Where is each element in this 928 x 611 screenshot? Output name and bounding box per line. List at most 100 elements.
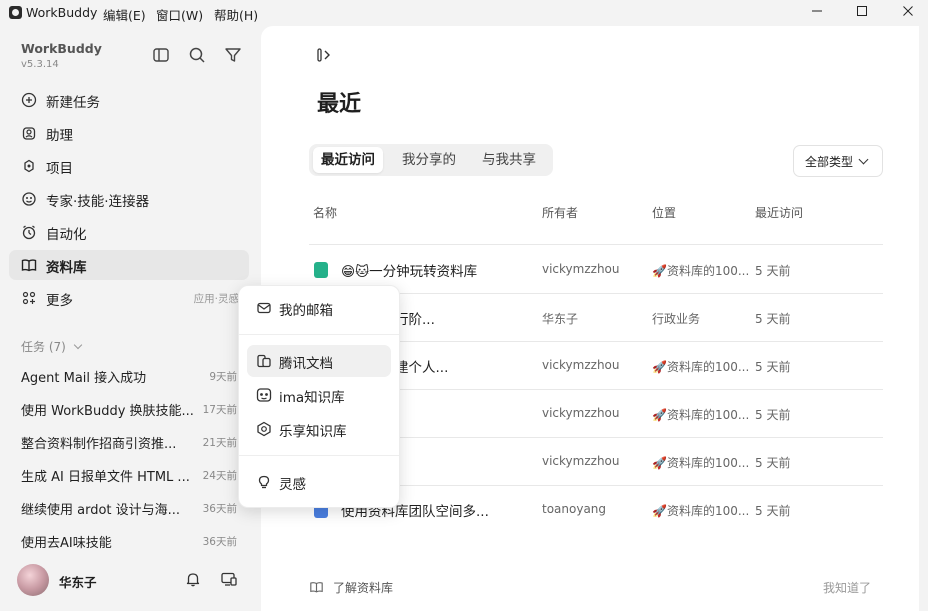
file-last-visit: 5 天前 [755,504,791,518]
popup-item-inspiration[interactable]: 灵感 [247,466,391,498]
menu-help[interactable]: 帮助(H) [214,5,258,24]
user-name[interactable]: 华东子 [59,572,97,591]
got-it-button[interactable]: 我知道了 [823,579,871,596]
file-owner: vickymzzhou [542,454,620,468]
task-item[interactable]: 使用去AI味技能 36天前 [21,532,239,552]
devices-icon[interactable] [220,570,238,588]
nav-label: 专家·技能·连接器 [46,194,150,210]
nav-library[interactable]: 资料库 [9,250,249,280]
nav-new-task[interactable]: 新建任务 [9,85,249,115]
task-item[interactable]: 生成 AI 日报单文件 HTML ... 24天前 [21,466,239,486]
task-title: Agent Mail 接入成功 [21,371,147,386]
nav-label: 资料库 [46,260,87,276]
task-date: 36天前 [202,536,237,548]
column-header-name[interactable]: 名称 [313,204,337,221]
column-header-owner[interactable]: 所有者 [542,204,578,221]
popup-item-label: 灵感 [279,477,306,493]
task-date: 17天前 [202,404,237,416]
file-location: 🚀资料库的100... [652,264,750,278]
file-owner: vickymzzhou [542,406,620,420]
file-location: 行政业务 [652,312,701,326]
popup-item-lexiang[interactable]: 乐享知识库 [247,413,391,445]
popup-item-ima[interactable]: ima知识库 [247,379,391,411]
close-icon[interactable] [897,4,919,22]
nav-expert-skills[interactable]: 专家·技能·连接器 [9,184,249,214]
file-location: 🚀资料库的100... [652,408,750,422]
alarm-icon [21,224,37,240]
column-header-last-visit[interactable]: 最近访问 [755,204,803,221]
file-owner: vickymzzhou [542,262,620,276]
popup-item-label: 我的邮箱 [279,303,333,319]
menu-window[interactable]: 窗口(W) [156,5,203,24]
nav-assistant[interactable]: 助理 [9,118,249,148]
lexiang-icon [256,421,272,437]
task-date: 9天前 [209,371,237,383]
nav-label: 项目 [46,161,73,177]
book-icon [309,580,324,594]
task-item[interactable]: 使用 WorkBuddy 换肤技能... 17天前 [21,400,239,420]
filter-icon[interactable] [223,45,243,65]
file-owner: 华东子 [542,312,579,326]
chevron-down-icon [858,154,869,165]
nav-more[interactable]: 更多 应用·灵感 [9,283,249,313]
sidebar-toggle-icon[interactable] [151,45,171,65]
popup-item-label: 腾讯文档 [279,356,333,372]
task-date: 24天前 [202,470,237,482]
type-filter-dropdown[interactable]: 全部类型 [793,145,883,177]
nav-automation[interactable]: 自动化 [9,217,249,247]
tab-group: 最近访问 我分享的 与我共享 [309,144,553,176]
task-item[interactable]: 整合资料制作招商引资推... 21天前 [21,433,239,453]
bell-icon[interactable] [184,570,202,588]
file-location: 🚀资料库的100... [652,504,750,518]
file-location: 🚀资料库的100... [652,456,750,470]
file-location: 🚀资料库的100... [652,360,750,374]
menu-edit[interactable]: 编辑(E) [103,5,146,24]
app-logo-icon [9,6,22,19]
file-icon [314,262,328,278]
minimize-icon[interactable] [806,4,828,22]
popup-item-label: 乐享知识库 [279,424,347,440]
nav-project[interactable]: 项目 [9,151,249,181]
expand-sidebar-icon[interactable] [316,47,334,63]
task-item[interactable]: 继续使用 ardot 设计与海... 36天前 [21,499,239,519]
avatar[interactable] [17,564,49,596]
app-name: WorkBuddy [26,5,98,20]
column-header-location[interactable]: 位置 [652,204,676,221]
tab-shared-by-me[interactable]: 我分享的 [394,147,464,173]
ima-icon [256,387,272,403]
file-last-visit: 5 天前 [755,408,791,422]
sidebar: WorkBuddy v5.3.14 新建任务 助理 项目 专家·技能·连接器 自… [0,26,261,611]
file-last-visit: 5 天前 [755,360,791,374]
assistant-icon [21,125,37,141]
task-title: 整合资料制作招商引资推... [21,437,177,452]
popup-item-tencent-docs[interactable]: 腾讯文档 [247,345,391,377]
file-owner: toanoyang [542,502,607,516]
user-panel: 华东子 [0,562,261,602]
search-icon[interactable] [187,45,207,65]
task-title: 使用去AI味技能 [21,536,112,551]
chevron-down-icon [73,340,82,350]
book-icon [21,257,37,273]
learn-library-label: 了解资料库 [333,581,394,595]
type-filter-label: 全部类型 [805,155,854,169]
popup-item-label: ima知识库 [279,390,345,406]
task-title: 继续使用 ardot 设计与海... [21,503,181,518]
nav-label: 新建任务 [46,95,100,111]
mail-icon [256,300,272,316]
maximize-icon[interactable] [851,4,873,22]
tasks-header[interactable]: 任务 (7) [21,338,82,355]
popup-item-mail[interactable]: 我的邮箱 [247,292,391,324]
docs-icon [256,353,272,369]
divider [239,334,399,335]
title-bar: WorkBuddy 编辑(E) 窗口(W) 帮助(H) [0,0,928,26]
tab-shared-with-me[interactable]: 与我共享 [474,147,544,173]
app-version: v5.3.14 [21,59,59,70]
expert-icon [21,191,37,207]
page-title: 最近 [317,92,362,117]
project-icon [21,158,37,174]
file-last-visit: 5 天前 [755,456,791,470]
divider [239,455,399,456]
tab-recent[interactable]: 最近访问 [313,147,383,173]
task-item[interactable]: Agent Mail 接入成功 9天前 [21,367,239,387]
task-title: 使用 WorkBuddy 换肤技能... [21,404,194,419]
